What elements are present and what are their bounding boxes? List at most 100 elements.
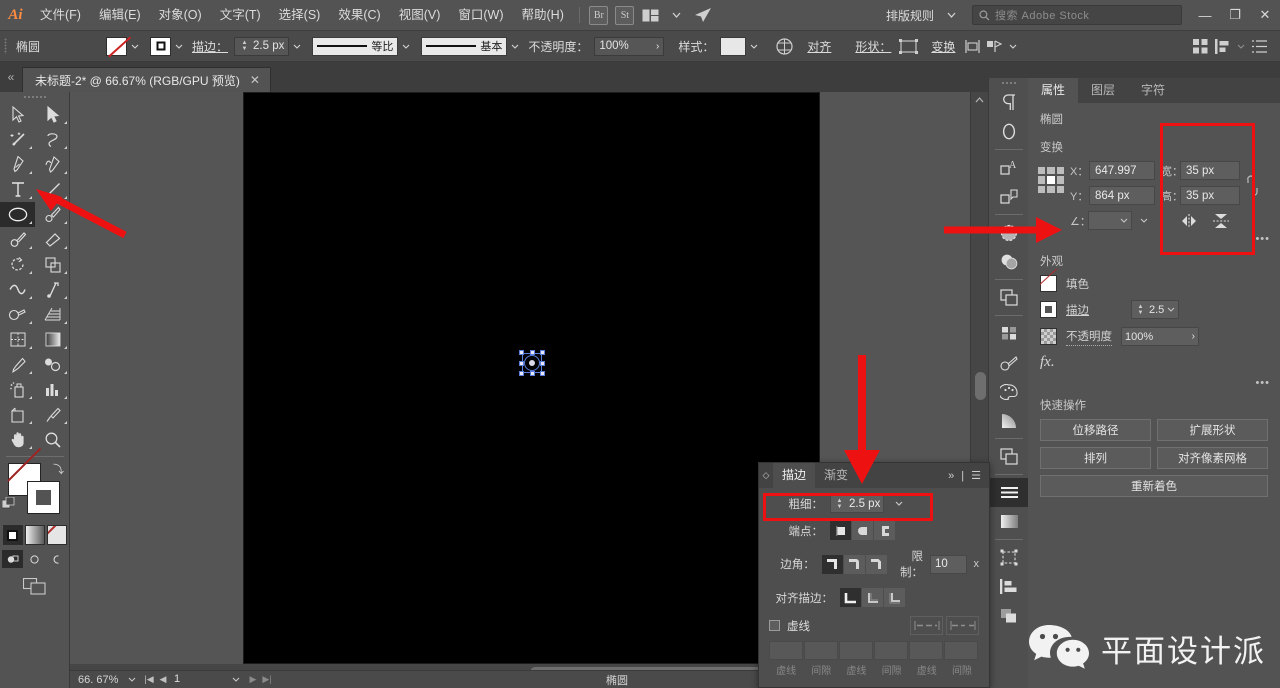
- appearance-panel-icon[interactable]: [989, 182, 1029, 211]
- color-guide-panel-icon[interactable]: [989, 247, 1029, 276]
- reference-point-selector[interactable]: [1038, 167, 1064, 193]
- handle-bottom-left[interactable]: [519, 371, 524, 376]
- dash-field-3[interactable]: [909, 641, 943, 660]
- control-shape-label[interactable]: 形状：: [849, 38, 897, 55]
- appearance-opacity-swatch[interactable]: [1040, 328, 1057, 345]
- window-minimize-button[interactable]: —: [1190, 0, 1220, 31]
- gap-field-3[interactable]: [944, 641, 978, 660]
- stroke-weight-dropdown-icon[interactable]: [891, 494, 906, 513]
- selection-tool[interactable]: [0, 102, 35, 127]
- draw-normal-button[interactable]: [2, 550, 23, 568]
- control-align-label[interactable]: 对齐: [801, 38, 837, 55]
- profile-chevron-icon[interactable]: [398, 37, 413, 56]
- miter-join-button[interactable]: [821, 554, 843, 574]
- tab-stroke[interactable]: 描边: [773, 463, 816, 488]
- hand-tool[interactable]: [0, 427, 35, 452]
- handle-top-left[interactable]: [519, 350, 524, 355]
- draw-behind-button[interactable]: [24, 550, 45, 568]
- character-panel-icon[interactable]: [989, 117, 1029, 146]
- expand-shape-button[interactable]: 扩展形状: [1157, 419, 1268, 441]
- pathfinder-panel-icon[interactable]: [989, 601, 1029, 630]
- dock-grip[interactable]: [989, 78, 1028, 88]
- stroke-weight-stepper-icon[interactable]: ▲ ▼: [834, 498, 845, 510]
- transform-y-input[interactable]: 864 px: [1089, 186, 1155, 205]
- mesh-tool[interactable]: [0, 327, 35, 352]
- control-opacity-label[interactable]: 不透明度：: [522, 38, 594, 55]
- dashed-line-checkbox[interactable]: [769, 620, 780, 631]
- transform-angle-input[interactable]: [1088, 211, 1132, 230]
- zoom-level-value[interactable]: 66. 67%: [70, 674, 128, 686]
- direct-selection-tool[interactable]: [35, 102, 70, 127]
- offset-path-button[interactable]: 位移路径: [1040, 419, 1151, 441]
- ref-point-tl[interactable]: [1038, 167, 1046, 175]
- control-opacity-input[interactable]: 100% ›: [594, 36, 665, 56]
- stroke-panel-menu-icon[interactable]: ☰: [971, 469, 981, 482]
- free-transform-tool[interactable]: [35, 277, 70, 302]
- gradient-panel-icon-2[interactable]: [989, 507, 1029, 536]
- workspace-chevron-icon[interactable]: [940, 6, 962, 24]
- align-panel-icon[interactable]: [1211, 35, 1233, 57]
- next-artboard-button[interactable]: ▶: [246, 674, 260, 685]
- dash-field-2[interactable]: [839, 641, 873, 660]
- ref-point-mc[interactable]: [1047, 176, 1055, 184]
- tools-panel-grip[interactable]: [0, 92, 69, 102]
- paintbrush-tool[interactable]: [35, 202, 70, 227]
- isolate-selected-icon[interactable]: [961, 35, 983, 57]
- swap-fill-stroke-icon[interactable]: ⤵: [53, 461, 64, 477]
- workspace-switcher[interactable]: 排版规则: [882, 7, 938, 24]
- handle-top-right[interactable]: [540, 350, 545, 355]
- symbols-panel-icon[interactable]: [989, 319, 1029, 348]
- control-panel-menu-icon[interactable]: [1248, 35, 1270, 57]
- transform-x-input[interactable]: 647.997: [1089, 161, 1155, 180]
- stroke-limit-input[interactable]: 10: [930, 554, 967, 574]
- bridge-icon[interactable]: Br: [588, 5, 610, 25]
- fill-chevron-icon[interactable]: [127, 37, 142, 56]
- menu-file[interactable]: 文件(F): [31, 0, 90, 31]
- round-join-button[interactable]: [843, 554, 865, 574]
- arrange-button[interactable]: 排列: [1040, 447, 1151, 469]
- menu-window[interactable]: 窗口(W): [449, 0, 512, 31]
- gradient-panel-icon[interactable]: [989, 406, 1029, 435]
- menu-object[interactable]: 对象(O): [150, 0, 211, 31]
- first-artboard-button[interactable]: |◀: [142, 674, 156, 685]
- ref-point-tc[interactable]: [1047, 167, 1055, 175]
- type-tool[interactable]: [0, 177, 35, 202]
- control-transform-label[interactable]: 变换: [925, 38, 961, 55]
- ref-point-mr[interactable]: [1056, 176, 1064, 184]
- transform-more-options-icon[interactable]: •••: [1028, 231, 1280, 245]
- scale-tool[interactable]: [35, 252, 70, 277]
- arrange-panels-icon[interactable]: [1189, 35, 1211, 57]
- menu-edit[interactable]: 编辑(E): [90, 0, 150, 31]
- variable-width-profile-select[interactable]: 等比: [312, 36, 399, 56]
- window-restore-button[interactable]: ❐: [1220, 0, 1250, 31]
- eyedropper-tool[interactable]: [0, 352, 35, 377]
- symbol-sprayer-tool[interactable]: [0, 377, 35, 402]
- arrange-documents-icon[interactable]: [640, 6, 662, 24]
- recolor-button[interactable]: 重新着色: [1040, 475, 1268, 497]
- opacity-expand-icon[interactable]: ›: [656, 41, 659, 52]
- brushes-panel-icon[interactable]: [989, 348, 1029, 377]
- color-mode-button[interactable]: [2, 525, 23, 545]
- menu-view[interactable]: 视图(V): [390, 0, 450, 31]
- align-to-pixel-grid-button[interactable]: 对齐像素网格: [1157, 447, 1268, 469]
- rotate-tool[interactable]: [0, 252, 35, 277]
- stock-search-input[interactable]: 搜索 Adobe Stock: [972, 5, 1182, 25]
- ref-point-bl[interactable]: [1038, 185, 1046, 193]
- preserve-dash-align-button[interactable]: [946, 616, 979, 635]
- handle-middle-right[interactable]: [540, 360, 545, 366]
- align-stroke-outside-button[interactable]: [884, 588, 905, 607]
- stroke-stepper-icon[interactable]: ▲ ▼: [239, 40, 250, 52]
- brush-definition-select[interactable]: 基本: [421, 36, 508, 56]
- appearance-fill-swatch[interactable]: [1040, 275, 1057, 292]
- appearance-stroke-label[interactable]: 描边: [1066, 302, 1122, 318]
- column-graph-tool[interactable]: [35, 377, 70, 402]
- appearance-opacity-expand-icon[interactable]: ›: [1192, 331, 1195, 342]
- transform-height-input[interactable]: 35 px: [1180, 186, 1240, 205]
- none-mode-button[interactable]: [46, 525, 67, 545]
- window-close-button[interactable]: ✕: [1250, 0, 1280, 31]
- previous-artboard-button[interactable]: ◀: [156, 674, 170, 685]
- stroke-panel-expand-icon[interactable]: »: [948, 470, 954, 482]
- artboard-chevron-icon[interactable]: [232, 677, 246, 682]
- tab-bar-collapse-icon[interactable]: [0, 62, 22, 92]
- gradient-tool[interactable]: [35, 327, 70, 352]
